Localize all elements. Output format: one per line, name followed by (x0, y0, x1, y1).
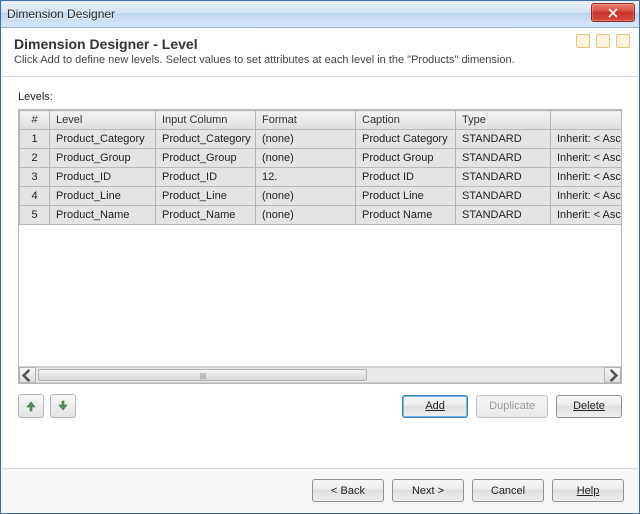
scroll-left-button[interactable] (19, 367, 36, 383)
table-header-row: # Level Input Column Format Caption Type (20, 111, 623, 130)
scroll-thumb[interactable] (38, 369, 367, 381)
cell-extra[interactable]: Inherit: < Asc (551, 149, 623, 168)
row-actions: Add Duplicate Delete (18, 394, 622, 418)
cell-extra[interactable]: Inherit: < Asc (551, 187, 623, 206)
cell-caption[interactable]: Product Group (356, 149, 456, 168)
cell-input[interactable]: Product_Name (156, 206, 256, 225)
page-subtitle: Click Add to define new levels. Select v… (14, 54, 626, 66)
window-title: Dimension Designer (7, 7, 115, 21)
col-level[interactable]: Level (50, 111, 156, 130)
cell-type[interactable]: STANDARD (456, 168, 551, 187)
col-caption[interactable]: Caption (356, 111, 456, 130)
next-button[interactable]: Next > (392, 479, 464, 502)
cell-level[interactable]: Product_Category (50, 130, 156, 149)
cell-caption[interactable]: Product ID (356, 168, 456, 187)
table-row[interactable]: 5 Product_Name Product_Name (none) Produ… (20, 206, 623, 225)
cancel-button[interactable]: Cancel (472, 479, 544, 502)
titlebar[interactable]: Dimension Designer (1, 1, 639, 28)
levels-table[interactable]: # Level Input Column Format Caption Type… (19, 110, 622, 225)
table-row[interactable]: 2 Product_Group Product_Group (none) Pro… (20, 149, 623, 168)
header-decorations (576, 34, 630, 48)
cell-input[interactable]: Product_Line (156, 187, 256, 206)
table-row[interactable]: 4 Product_Line Product_Line (none) Produ… (20, 187, 623, 206)
cell-type[interactable]: STANDARD (456, 206, 551, 225)
table-body: 1 Product_Category Product_Category (non… (20, 130, 623, 225)
cell-caption[interactable]: Product Name (356, 206, 456, 225)
cell-format[interactable]: (none) (256, 130, 356, 149)
cell-caption[interactable]: Product Category (356, 130, 456, 149)
col-type[interactable]: Type (456, 111, 551, 130)
cell-level[interactable]: Product_Name (50, 206, 156, 225)
cell-num[interactable]: 1 (20, 130, 50, 149)
header-glyph (616, 34, 630, 48)
cell-input[interactable]: Product_Group (156, 149, 256, 168)
scroll-track[interactable] (36, 367, 604, 383)
col-extra[interactable] (551, 111, 623, 130)
cell-format[interactable]: (none) (256, 187, 356, 206)
cell-level[interactable]: Product_Line (50, 187, 156, 206)
table-row[interactable]: 3 Product_ID Product_ID 12. Product ID S… (20, 168, 623, 187)
chevron-right-icon (605, 368, 620, 383)
back-button[interactable]: < Back (312, 479, 384, 502)
cell-num[interactable]: 5 (20, 206, 50, 225)
chevron-left-icon (20, 368, 35, 383)
cell-input[interactable]: Product_ID (156, 168, 256, 187)
cell-level[interactable]: Product_Group (50, 149, 156, 168)
scroll-right-button[interactable] (604, 367, 621, 383)
help-button[interactable]: Help (552, 479, 624, 502)
move-down-button[interactable] (50, 394, 76, 418)
header-glyph (596, 34, 610, 48)
levels-grid[interactable]: # Level Input Column Format Caption Type… (18, 109, 622, 384)
arrow-down-icon (57, 400, 69, 412)
page-header: Dimension Designer - Level Click Add to … (2, 28, 638, 77)
cell-format[interactable]: (none) (256, 149, 356, 168)
add-button[interactable]: Add (402, 395, 468, 418)
col-number[interactable]: # (20, 111, 50, 130)
col-format[interactable]: Format (256, 111, 356, 130)
cell-type[interactable]: STANDARD (456, 149, 551, 168)
close-icon (608, 8, 618, 18)
col-input[interactable]: Input Column (156, 111, 256, 130)
cell-num[interactable]: 4 (20, 187, 50, 206)
levels-label: Levels: (18, 91, 622, 103)
cell-type[interactable]: STANDARD (456, 130, 551, 149)
move-up-button[interactable] (18, 394, 44, 418)
window-close-button[interactable] (591, 3, 635, 22)
client-area: Dimension Designer - Level Click Add to … (2, 28, 638, 512)
table-row[interactable]: 1 Product_Category Product_Category (non… (20, 130, 623, 149)
cell-num[interactable]: 2 (20, 149, 50, 168)
cell-caption[interactable]: Product Line (356, 187, 456, 206)
cell-format[interactable]: (none) (256, 206, 356, 225)
dimension-designer-window: Dimension Designer Dimension Designer - … (0, 0, 640, 514)
cell-extra[interactable]: Inherit: < Asc (551, 130, 623, 149)
horizontal-scrollbar[interactable] (19, 366, 621, 383)
arrow-up-icon (25, 400, 37, 412)
delete-button[interactable]: Delete (556, 395, 622, 418)
cell-format[interactable]: 12. (256, 168, 356, 187)
wizard-footer: < Back Next > Cancel Help (2, 468, 638, 512)
cell-extra[interactable]: Inherit: < Asc (551, 168, 623, 187)
cell-input[interactable]: Product_Category (156, 130, 256, 149)
duplicate-button[interactable]: Duplicate (476, 395, 548, 418)
cell-num[interactable]: 3 (20, 168, 50, 187)
cell-level[interactable]: Product_ID (50, 168, 156, 187)
header-glyph (576, 34, 590, 48)
cell-extra[interactable]: Inherit: < Asc (551, 206, 623, 225)
page-title: Dimension Designer - Level (14, 36, 626, 52)
cell-type[interactable]: STANDARD (456, 187, 551, 206)
body: Levels: # Level Input Column Format Capt… (2, 77, 638, 428)
